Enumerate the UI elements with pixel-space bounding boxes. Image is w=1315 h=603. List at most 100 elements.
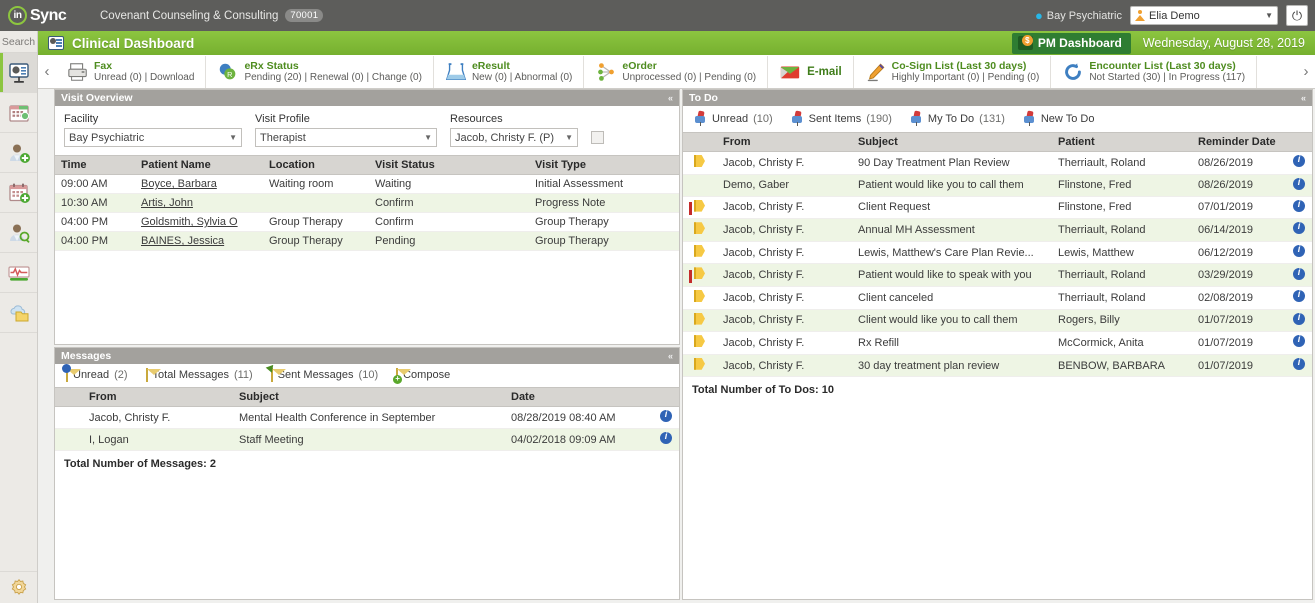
table-row[interactable]: Jacob, Christy F. Patient would like to … xyxy=(683,263,1312,287)
visit-time: 10:30 AM xyxy=(55,193,135,213)
table-row[interactable]: 04:00 PM Goldsmith, Sylvia O Group Thera… xyxy=(55,212,679,232)
logout-button[interactable]: ⏻ xyxy=(1286,5,1308,26)
facility-filter-select[interactable]: Bay Psychiatric ▼ xyxy=(64,128,242,147)
table-row[interactable]: Demo, Gaber Patient would like you to ca… xyxy=(683,174,1312,197)
visit-profile-filter-select[interactable]: Therapist ▼ xyxy=(255,128,437,147)
info-icon[interactable] xyxy=(1293,357,1305,371)
collapse-icon[interactable]: « xyxy=(668,93,673,103)
sidebar-item-add-patient[interactable] xyxy=(0,133,37,173)
insync-logo[interactable]: in Sync xyxy=(8,6,90,25)
visit-type: Group Therapy xyxy=(529,212,679,232)
filter-extra-checkbox[interactable] xyxy=(591,131,604,144)
collapse-icon[interactable]: « xyxy=(668,351,673,361)
col-time: Time xyxy=(55,155,135,175)
toolbar-item-erx-status[interactable]: R eRx Status Pending (20) | Renewal (0) … xyxy=(206,55,434,88)
info-icon[interactable] xyxy=(660,431,672,444)
todo-from: Jacob, Christy F. xyxy=(717,241,852,265)
table-row[interactable]: 04:00 PM BAINES, Jessica Group Therapy P… xyxy=(55,231,679,251)
todo-new-todo-action[interactable]: New To Do xyxy=(1018,110,1108,127)
info-icon[interactable] xyxy=(1293,199,1305,212)
facility-filter-value: Bay Psychiatric xyxy=(69,131,145,144)
flag-icon[interactable] xyxy=(694,199,705,212)
sidebar-item-scheduler[interactable] xyxy=(0,93,37,133)
calendar-clock-icon xyxy=(8,104,29,122)
messages-action-strip: Unread (2) Total Messages (11) Sent Mess… xyxy=(55,362,679,387)
toolbar-eresult-sub: New (0) | Abnormal (0) xyxy=(471,71,573,83)
todo-subject: Annual MH Assessment xyxy=(852,218,1052,242)
col-from: From xyxy=(83,387,233,407)
resources-filter-value: Jacob, Christy F. (P) xyxy=(455,131,555,144)
patient-link[interactable]: Artis, John xyxy=(141,197,193,209)
top-brand-bar: in Sync Covenant Counseling & Consulting… xyxy=(0,0,1315,31)
todo-unread-action[interactable]: Unread (10) xyxy=(689,110,786,127)
flag-icon[interactable] xyxy=(694,335,705,348)
toolbar-item-eorder[interactable]: eOrder Unprocessed (0) | Pending (0) xyxy=(584,55,769,88)
col-location: Location xyxy=(263,155,369,175)
toolbar-item-email[interactable]: E-mail xyxy=(768,55,854,88)
flag-icon[interactable] xyxy=(694,312,705,325)
current-facility[interactable]: ● Bay Psychiatric xyxy=(1035,9,1122,22)
sidebar-search[interactable]: Search xyxy=(0,31,37,53)
info-icon[interactable] xyxy=(660,409,672,422)
table-row[interactable]: Jacob, Christy F. Client would like you … xyxy=(683,309,1312,333)
resources-filter-select[interactable]: Jacob, Christy F. (P) ▼ xyxy=(450,128,578,147)
collapse-icon[interactable]: « xyxy=(1301,93,1306,103)
table-row[interactable]: Jacob, Christy F. Mental Health Conferen… xyxy=(55,406,679,429)
flag-icon[interactable] xyxy=(694,357,705,370)
table-row[interactable]: 10:30 AM Artis, John Confirm Progress No… xyxy=(55,193,679,213)
flag-icon[interactable] xyxy=(694,289,705,302)
toolbar-item-encounter-list[interactable]: Encounter List (Last 30 days) Not Starte… xyxy=(1051,55,1258,88)
info-icon[interactable] xyxy=(1293,177,1305,190)
info-icon[interactable] xyxy=(1293,244,1305,258)
table-row[interactable]: Jacob, Christy F. Client canceled Therri… xyxy=(683,286,1312,310)
flag-icon[interactable] xyxy=(694,155,705,167)
todo-from: Jacob, Christy F. xyxy=(717,151,852,175)
sidebar-item-patient-search[interactable] xyxy=(0,213,37,253)
flag-icon[interactable] xyxy=(694,244,705,257)
user-account-dropdown[interactable]: Elia Demo ▼ xyxy=(1130,6,1278,25)
flag-icon[interactable] xyxy=(694,222,705,235)
table-row[interactable]: Jacob, Christy F. Lewis, Matthew's Care … xyxy=(683,241,1312,265)
info-icon[interactable] xyxy=(1293,154,1305,168)
sidebar-item-vitals[interactable] xyxy=(0,253,37,293)
toolbar-prev-button[interactable]: ‹ xyxy=(38,63,56,80)
pm-dashboard-button[interactable]: PM Dashboard xyxy=(1011,32,1131,54)
patient-link[interactable]: Goldsmith, Sylvia O xyxy=(141,216,238,228)
toolbar-item-fax[interactable]: Fax Unread (0) | Download xyxy=(56,55,207,88)
info-icon[interactable] xyxy=(1293,312,1305,325)
todo-sent-items-action[interactable]: Sent Items (190) xyxy=(786,110,905,127)
messages-total-action[interactable]: Total Messages (11) xyxy=(141,368,266,382)
table-row[interactable]: Jacob, Christy F. Client Request Flinsto… xyxy=(683,196,1312,220)
toolbar-next-button[interactable]: › xyxy=(1297,63,1315,80)
table-row[interactable]: Jacob, Christy F. 90 Day Treatment Plan … xyxy=(683,151,1312,175)
todo-my-todo-action[interactable]: My To Do (131) xyxy=(905,110,1018,127)
sidebar-item-settings[interactable] xyxy=(0,571,37,603)
info-icon[interactable] xyxy=(1293,221,1305,235)
sidebar-item-add-appointment[interactable] xyxy=(0,173,37,213)
sidebar-item-clinical-dashboard[interactable] xyxy=(0,53,37,93)
messages-total-line: Total Number of Messages: 2 xyxy=(64,458,216,470)
table-row[interactable]: Jacob, Christy F. 30 day treatment plan … xyxy=(683,354,1312,378)
todo-subject: Rx Refill xyxy=(852,331,1052,355)
table-row[interactable]: I, Logan Staff Meeting 04/02/2018 09:09 … xyxy=(55,428,679,451)
patient-link[interactable]: Boyce, Barbara xyxy=(141,178,217,190)
table-row[interactable]: 09:00 AM Boyce, Barbara Waiting room Wai… xyxy=(55,174,679,194)
col-visit-type: Visit Type xyxy=(529,155,679,175)
messages-sent-action[interactable]: Sent Messages (10) xyxy=(265,362,391,382)
toolbar-erx-title: eRx Status xyxy=(244,59,299,72)
todo-patient: Therriault, Roland xyxy=(1052,218,1192,242)
sidebar-item-documents[interactable] xyxy=(0,293,37,333)
table-row[interactable]: Jacob, Christy F. Rx Refill McCormick, A… xyxy=(683,331,1312,355)
toolbar-item-cosign-list[interactable]: Co-Sign List (Last 30 days) Highly Impor… xyxy=(854,55,1052,88)
flag-icon[interactable] xyxy=(694,267,705,280)
todo-total-line: Total Number of To Dos: 10 xyxy=(692,384,834,397)
info-icon[interactable] xyxy=(1293,334,1305,348)
todo-my-todo-count: (131) xyxy=(979,112,1005,125)
patient-link[interactable]: BAINES, Jessica xyxy=(141,235,224,247)
messages-compose-action[interactable]: + Compose xyxy=(391,368,463,384)
messages-unread-action[interactable]: Unread (2) xyxy=(61,364,141,382)
table-row[interactable]: Jacob, Christy F. Annual MH Assessment T… xyxy=(683,218,1312,242)
info-icon[interactable] xyxy=(1293,289,1305,303)
toolbar-item-eresult[interactable]: eResult New (0) | Abnormal (0) xyxy=(434,55,585,88)
info-icon[interactable] xyxy=(1293,267,1305,280)
